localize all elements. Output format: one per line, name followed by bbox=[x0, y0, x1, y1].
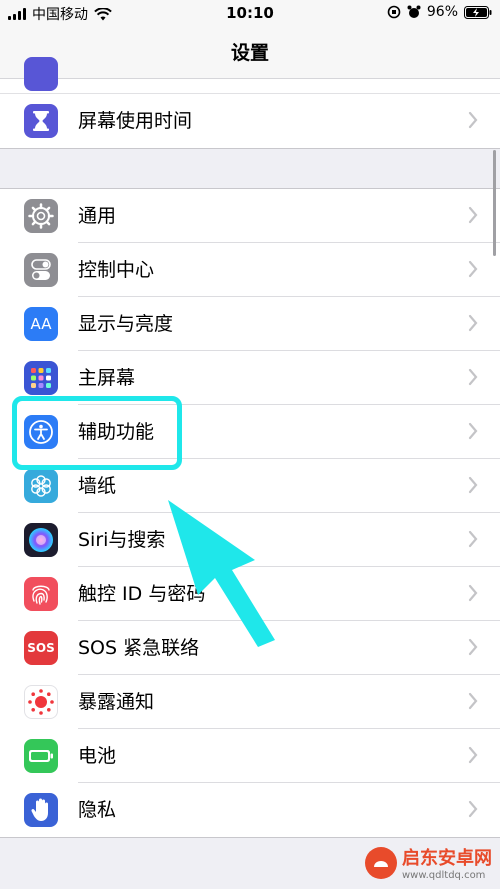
settings-row-display-brightness[interactable]: AA 显示与亮度 bbox=[0, 297, 500, 351]
battery-percentage: 96% bbox=[426, 4, 458, 20]
chevron-right-icon bbox=[468, 206, 478, 224]
settings-row-label: 通用 bbox=[78, 205, 117, 227]
settings-row-general[interactable]: 通用 bbox=[0, 189, 500, 243]
page-title: 设置 bbox=[230, 42, 269, 64]
settings-row-label: 显示与亮度 bbox=[78, 313, 174, 335]
gear-icon bbox=[24, 199, 58, 233]
flower-icon bbox=[24, 469, 58, 503]
settings-row-label: Siri与搜索 bbox=[78, 529, 166, 551]
settings-row-exposure-notifications[interactable]: 暴露通知 bbox=[0, 675, 500, 729]
partial-row[interactable] bbox=[0, 57, 500, 94]
alarm-icon bbox=[407, 5, 421, 18]
chevron-right-icon bbox=[468, 800, 478, 818]
chevron-right-icon bbox=[468, 638, 478, 656]
settings-row-label: 主屏幕 bbox=[78, 367, 136, 389]
settings-row-label: 控制中心 bbox=[78, 259, 155, 281]
battery-icon bbox=[24, 739, 58, 773]
settings-row-screen-time[interactable]: 屏幕使用时间 bbox=[0, 94, 500, 148]
chevron-right-icon bbox=[468, 368, 478, 386]
settings-row-battery[interactable]: 电池 bbox=[0, 729, 500, 783]
partial-icon bbox=[24, 57, 58, 91]
sos-icon: SOS bbox=[24, 631, 58, 665]
siri-icon bbox=[24, 523, 58, 557]
watermark: 启东安卓网 www.qdltdq.com bbox=[364, 844, 492, 881]
scroll-indicator[interactable] bbox=[493, 150, 496, 256]
rotation-lock-icon bbox=[387, 5, 401, 19]
settings-row-privacy[interactable]: 隐私 bbox=[0, 783, 500, 837]
chevron-right-icon bbox=[468, 584, 478, 602]
fingerprint-icon bbox=[24, 577, 58, 611]
highlight-box bbox=[12, 396, 182, 470]
chevron-right-icon bbox=[468, 111, 478, 129]
settings-group-top: 屏幕使用时间 bbox=[0, 57, 500, 149]
watermark-title: 启东安卓网 bbox=[402, 848, 492, 869]
chevron-right-icon bbox=[468, 314, 478, 332]
settings-row-control-center[interactable]: 控制中心 bbox=[0, 243, 500, 297]
chevron-right-icon bbox=[468, 422, 478, 440]
toggle-icon bbox=[24, 253, 58, 287]
battery-charging-icon bbox=[464, 5, 492, 19]
chevron-right-icon bbox=[468, 476, 478, 494]
hourglass-icon bbox=[24, 104, 58, 138]
exposure-icon bbox=[24, 685, 58, 719]
text-size-icon: AA bbox=[24, 307, 58, 341]
navigation-bar: 设置 bbox=[0, 26, 500, 79]
settings-row-label: 屏幕使用时间 bbox=[78, 110, 193, 132]
status-bar: 中国移动 10:10 96% bbox=[0, 0, 500, 26]
settings-row-label: 墙纸 bbox=[78, 475, 117, 497]
chevron-right-icon bbox=[468, 530, 478, 548]
hand-icon bbox=[24, 793, 58, 827]
chevron-right-icon bbox=[468, 260, 478, 278]
settings-row-label: 电池 bbox=[78, 745, 117, 767]
app-grid-icon bbox=[24, 361, 58, 395]
chevron-right-icon bbox=[468, 746, 478, 764]
pointer-arrow-icon bbox=[168, 500, 275, 647]
settings-row-label: 隐私 bbox=[78, 799, 117, 821]
watermark-url: www.qdltdq.com bbox=[402, 870, 486, 881]
chevron-right-icon bbox=[468, 692, 478, 710]
settings-row-label: 暴露通知 bbox=[78, 691, 155, 713]
watermark-logo-icon bbox=[365, 846, 397, 879]
